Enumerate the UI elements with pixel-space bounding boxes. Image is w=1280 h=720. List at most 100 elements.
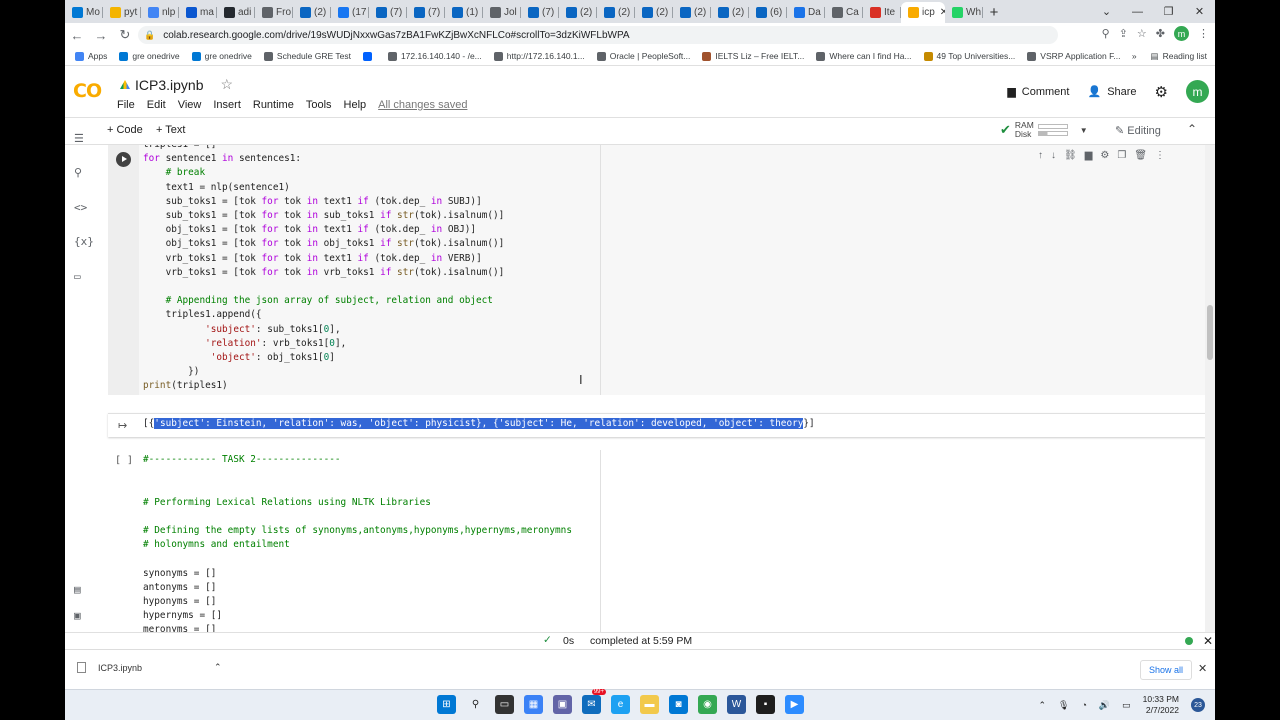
chrome-icon[interactable]: ◉: [698, 695, 717, 714]
output-text[interactable]: [{'subject': Einstein, 'relation': was, …: [143, 418, 815, 429]
browser-tab[interactable]: Da: [787, 2, 825, 23]
colab-logo[interactable]: CO: [73, 80, 102, 102]
browser-tab[interactable]: (7): [369, 2, 407, 23]
bookmark-item[interactable]: gre onedrive: [119, 51, 180, 61]
menu-edit[interactable]: Edit: [147, 99, 166, 111]
add-code-button[interactable]: + Code: [107, 124, 143, 136]
resources-indicator[interactable]: ✔ RAM Disk ▼: [1000, 121, 1088, 139]
browser-tab[interactable]: (7): [521, 2, 559, 23]
browser-tab[interactable]: (2): [293, 2, 331, 23]
edge-icon[interactable]: e: [611, 695, 630, 714]
close-window-button[interactable]: ✕: [1184, 0, 1215, 23]
files-folder-icon[interactable]: ▭: [74, 270, 81, 283]
microphone-icon[interactable]: 🎙: [1058, 700, 1069, 711]
bookmark-item[interactable]: IELTS Liz – Free IELT...: [702, 51, 804, 61]
clock[interactable]: 10:33 PM 2/7/2022: [1143, 694, 1179, 716]
share-page-icon[interactable]: ⇪: [1119, 27, 1128, 40]
bookmark-item[interactable]: Oracle | PeopleSoft...: [596, 51, 690, 61]
browser-tab[interactable]: (17: [331, 2, 369, 23]
battery-icon[interactable]: ▭: [1122, 700, 1131, 711]
forward-button[interactable]: →: [89, 28, 113, 43]
back-button[interactable]: ←: [65, 28, 89, 43]
menu-tools[interactable]: Tools: [306, 99, 332, 111]
word-icon[interactable]: W: [727, 695, 746, 714]
volume-icon[interactable]: 🔊: [1099, 700, 1110, 711]
notification-badge[interactable]: 23: [1191, 698, 1205, 712]
close-status-icon[interactable]: ✕: [1203, 634, 1213, 648]
browser-tab[interactable]: Jol: [483, 2, 521, 23]
browser-tab[interactable]: (2): [635, 2, 673, 23]
resources-dropdown-icon[interactable]: ▼: [1080, 126, 1088, 135]
comment-cell-icon[interactable]: ▆: [1085, 150, 1093, 161]
start-icon[interactable]: ⊞: [437, 695, 456, 714]
browser-tab[interactable]: Fro: [255, 2, 293, 23]
chrome-menu-icon[interactable]: ⋮: [1198, 27, 1209, 40]
notebook-name[interactable]: ICP3.ipynb: [135, 77, 203, 93]
code-editor-task2[interactable]: #------------ TASK 2--------------- # Pe…: [143, 453, 572, 632]
browser-tab[interactable]: icp ✕: [901, 2, 945, 23]
search-icon[interactable]: ⚲: [74, 166, 82, 179]
address-bar[interactable]: 🔒 colab.research.google.com/drive/19sWUD…: [138, 26, 1058, 44]
reading-list-button[interactable]: » ▤ Reading list: [1132, 51, 1207, 62]
variables-icon[interactable]: {x}: [74, 235, 94, 248]
cell-settings-icon[interactable]: ⚙: [1100, 150, 1109, 161]
code-cell[interactable]: triples1 = []for sentence1 in sentences1…: [108, 145, 1206, 395]
menu-insert[interactable]: Insert: [213, 99, 241, 111]
code-cell-task2[interactable]: [ ] #------------ TASK 2--------------- …: [108, 450, 1206, 632]
extensions-icon[interactable]: ✤: [1156, 27, 1165, 40]
menu-help[interactable]: Help: [344, 99, 367, 111]
menu-runtime[interactable]: Runtime: [253, 99, 294, 111]
bookmark-item[interactable]: Apps: [75, 51, 107, 61]
browser-tab[interactable]: adi: [217, 2, 255, 23]
bookmark-item[interactable]: Where can I find Ha...: [816, 51, 912, 61]
minimize-button[interactable]: —: [1122, 0, 1153, 23]
file-explorer-icon[interactable]: ▬: [640, 695, 659, 714]
delete-icon[interactable]: 🗑: [1134, 150, 1147, 161]
bookmark-star-icon[interactable]: ☆: [1137, 27, 1147, 40]
star-icon[interactable]: ☆: [220, 76, 233, 93]
account-avatar[interactable]: m: [1186, 80, 1209, 103]
menu-view[interactable]: View: [178, 99, 202, 111]
search-icon[interactable]: ⚲: [466, 695, 485, 714]
move-up-icon[interactable]: ↑: [1038, 150, 1043, 161]
comment-button[interactable]: ▆ Comment: [1007, 85, 1069, 99]
browser-tab[interactable]: Mo: [65, 2, 103, 23]
wifi-icon[interactable]: ◔: [1081, 700, 1086, 710]
zoom-app-icon[interactable]: ▶: [785, 695, 804, 714]
close-downloads-icon[interactable]: ✕: [1198, 662, 1207, 675]
menu-file[interactable]: File: [117, 99, 135, 111]
browser-tab[interactable]: (2): [711, 2, 749, 23]
code-editor[interactable]: triples1 = []for sentence1 in sentences1…: [143, 145, 504, 394]
bookmark-item[interactable]: VSRP Application F...: [1027, 51, 1120, 61]
bookmark-item[interactable]: Schedule GRE Test: [263, 51, 351, 61]
browser-tab[interactable]: Ite: [863, 2, 901, 23]
show-all-button[interactable]: Show all: [1140, 660, 1193, 680]
terminal-icon[interactable]: ▣: [74, 609, 81, 622]
task-view-icon[interactable]: ▭: [495, 695, 514, 714]
code-snippets-icon[interactable]: <>: [74, 201, 87, 214]
pycharm-icon[interactable]: ▪: [756, 695, 775, 714]
output-icon[interactable]: ↦: [118, 419, 127, 432]
profile-avatar[interactable]: m: [1174, 26, 1189, 41]
browser-tab[interactable]: (6): [749, 2, 787, 23]
browser-tab[interactable]: (2): [559, 2, 597, 23]
browser-tab[interactable]: pyt: [103, 2, 141, 23]
browser-tab[interactable]: Ca: [825, 2, 863, 23]
reload-button[interactable]: ↻: [113, 27, 137, 43]
link-icon[interactable]: ⛓: [1064, 150, 1077, 161]
mail-icon[interactable]: ✉ 99+: [582, 689, 606, 714]
run-cell-button[interactable]: [116, 152, 131, 167]
tab-search-icon[interactable]: ⌄: [1091, 0, 1122, 23]
table-of-contents-icon[interactable]: ☰: [74, 132, 84, 145]
command-palette-icon[interactable]: ▤: [74, 583, 81, 596]
browser-tab[interactable]: (2): [673, 2, 711, 23]
browser-tab[interactable]: nlp: [141, 2, 179, 23]
teams-chat-icon[interactable]: ▣: [553, 695, 572, 714]
more-options-icon[interactable]: ⋮: [1155, 150, 1165, 161]
save-status-link[interactable]: All changes saved: [378, 99, 467, 111]
bookmark-item[interactable]: http://172.16.140.1...: [493, 51, 585, 61]
share-button[interactable]: 👤 Share: [1087, 85, 1136, 99]
bookmark-item[interactable]: 49 Top Universities...: [923, 51, 1015, 61]
bookmark-item[interactable]: gre onedrive: [191, 51, 252, 61]
bookmark-item[interactable]: 172.16.140.140 - /e...: [387, 51, 482, 61]
